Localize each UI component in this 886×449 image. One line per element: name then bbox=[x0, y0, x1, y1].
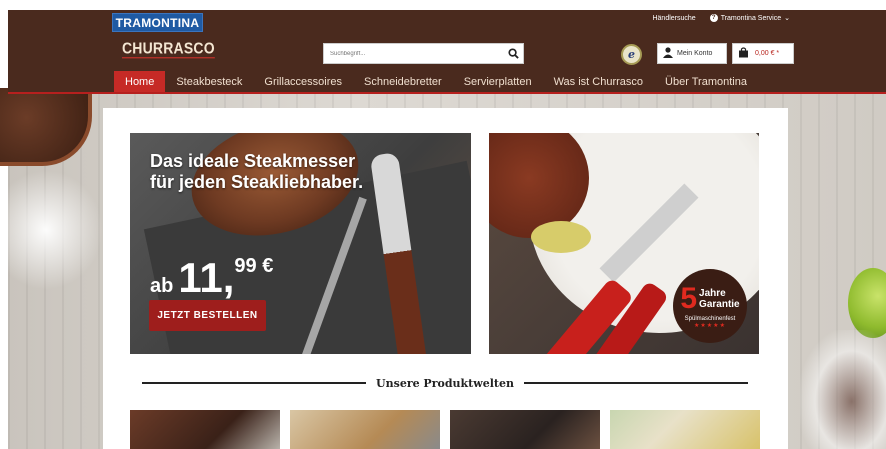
user-icon bbox=[663, 47, 673, 60]
nav-item-was-ist-churrasco[interactable]: Was ist Churrasco bbox=[543, 71, 654, 93]
nav-item-steakbesteck[interactable]: Steakbesteck bbox=[165, 71, 253, 93]
guarantee-badge: 5 Jahre Garantie Spülmaschinenfest ★★★★★ bbox=[673, 269, 747, 343]
brand-logo[interactable]: TRAMONTINA bbox=[112, 13, 203, 32]
search-icon[interactable] bbox=[503, 48, 523, 59]
pepper-image bbox=[800, 330, 886, 449]
order-now-button[interactable]: JETZT BESTELLEN bbox=[149, 300, 266, 331]
section-heading: Unsere Produktwelten bbox=[142, 375, 748, 391]
shopping-bag-icon bbox=[738, 47, 749, 60]
guarantee-line1: Jahre bbox=[699, 287, 726, 299]
product-world-tile[interactable] bbox=[130, 410, 280, 449]
divider-line bbox=[142, 382, 367, 384]
nav-item-grillaccessoires[interactable]: Grillaccessoires bbox=[253, 71, 353, 93]
nav-item-schneidebretter[interactable]: Schneidebretter bbox=[353, 71, 453, 93]
account-button[interactable]: Mein Konto bbox=[657, 43, 727, 64]
price-prefix: ab bbox=[150, 275, 174, 297]
nav-item-über-tramontina[interactable]: Über Tramontina bbox=[654, 71, 758, 93]
dealer-search-link[interactable]: Händlersuche bbox=[652, 15, 695, 22]
nav-item-servierplatten[interactable]: Servierplatten bbox=[453, 71, 543, 93]
main-navigation: Home Steakbesteck Grillaccessoires Schneide… bbox=[114, 71, 758, 93]
price-display: ab 11, 99 € bbox=[150, 251, 273, 299]
churrasco-logo[interactable]: CHURRASCO bbox=[122, 39, 215, 57]
nav-underline bbox=[8, 92, 886, 94]
price-cents: 99 € bbox=[234, 255, 274, 277]
cart-amount: 0,00 € * bbox=[755, 50, 780, 57]
account-label: Mein Konto bbox=[677, 50, 713, 57]
site-header: TRAMONTINA CHURRASCO Händlersuche ? Tram… bbox=[8, 10, 886, 93]
herb-butter-image bbox=[531, 221, 591, 253]
cart-button[interactable]: 0,00 € * bbox=[732, 43, 794, 64]
promo-banner-steakknife[interactable]: Das ideale Steakmesser für jeden Steakli… bbox=[130, 133, 471, 354]
top-links: Händlersuche ? Tramontina Service ⌄ bbox=[652, 14, 790, 22]
product-world-tile[interactable] bbox=[290, 410, 440, 449]
promo-banner-guarantee[interactable]: 5 Jahre Garantie Spülmaschinenfest ★★★★★ bbox=[489, 133, 759, 354]
section-title: Unsere Produktwelten bbox=[376, 376, 514, 390]
banner-headline: Das ideale Steakmesser für jeden Steakli… bbox=[150, 151, 364, 192]
product-world-tile[interactable] bbox=[450, 410, 600, 449]
divider-line bbox=[523, 382, 748, 384]
price-main: 11, bbox=[178, 254, 235, 301]
service-label: Tramontina Service bbox=[720, 14, 782, 22]
service-dropdown[interactable]: ? Tramontina Service ⌄ bbox=[709, 14, 790, 22]
search-box bbox=[323, 43, 524, 64]
salt-image bbox=[8, 170, 103, 290]
nav-item-home[interactable]: Home bbox=[114, 71, 166, 93]
product-world-tile[interactable] bbox=[610, 410, 760, 449]
chevron-down-icon: ⌄ bbox=[784, 15, 790, 22]
rating-stars: ★★★★★ bbox=[694, 322, 726, 329]
question-icon: ? bbox=[709, 14, 718, 22]
guarantee-line2: Garantie bbox=[699, 298, 740, 310]
search-input[interactable] bbox=[324, 44, 503, 63]
guarantee-number: 5 bbox=[680, 281, 698, 315]
trust-badge-icon[interactable]: e bbox=[621, 44, 642, 65]
